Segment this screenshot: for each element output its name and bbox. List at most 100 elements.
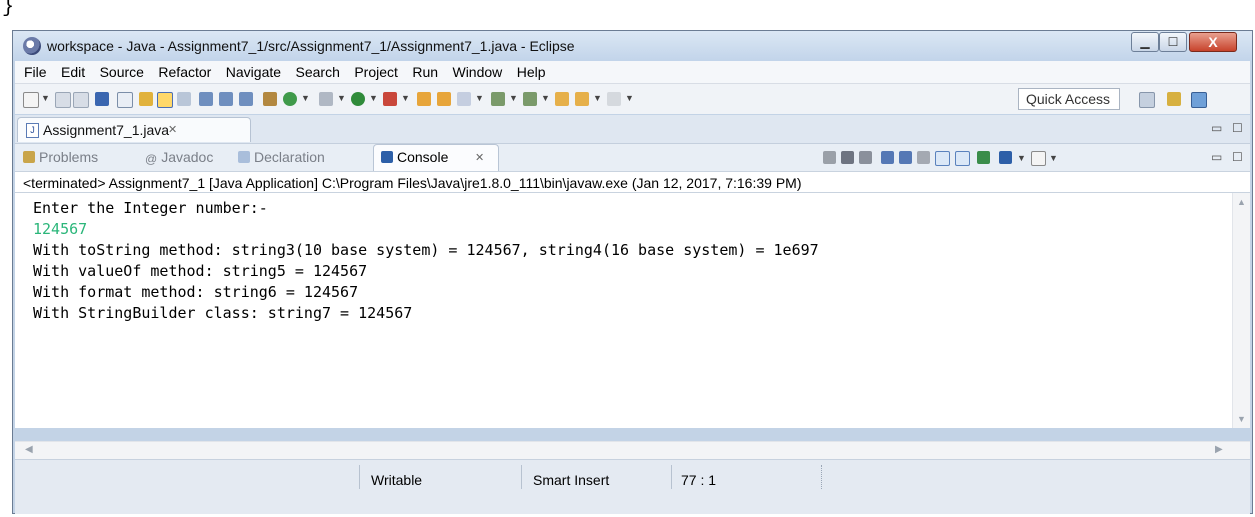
maximize-icon[interactable]: ☐ [1232, 150, 1243, 164]
tab-javadoc[interactable]: @ Javadoc [145, 149, 214, 166]
menu-refactor[interactable]: Refactor [153, 61, 216, 80]
eclipse-window: workspace - Java - Assignment7_1/src/Ass… [12, 30, 1253, 514]
word-wrap-icon[interactable] [917, 151, 930, 164]
eclipse-icon [23, 37, 41, 55]
console-status-line: <terminated> Assignment7_1 [Java Applica… [15, 171, 1250, 193]
menu-edit[interactable]: Edit [56, 61, 90, 80]
tab-label: Problems [39, 149, 99, 165]
open-type-icon[interactable] [199, 92, 213, 106]
tab-problems[interactable]: Problems [23, 149, 98, 165]
cursor-position: 77 : 1 [681, 472, 717, 488]
status-separator [671, 465, 672, 489]
clear-console-icon[interactable] [881, 151, 894, 164]
back-icon[interactable] [575, 92, 589, 106]
scroll-lock-icon[interactable] [899, 151, 912, 164]
show-whitespace-icon[interactable] [239, 92, 253, 106]
open-console-icon[interactable] [1031, 151, 1046, 166]
tab-label: Console [397, 149, 449, 165]
chevron-down-icon[interactable]: ▼ [541, 93, 550, 103]
new-java-project-icon[interactable] [417, 92, 431, 106]
chevron-down-icon[interactable]: ▼ [1049, 153, 1058, 163]
quick-access-field[interactable]: Quick Access [1018, 88, 1120, 110]
show-on-output-icon[interactable] [935, 151, 950, 166]
last-edit-icon[interactable] [555, 92, 569, 106]
minimize-icon[interactable]: ▭ [1211, 121, 1222, 135]
close-button[interactable]: X [1189, 32, 1237, 52]
scroll-left-icon[interactable]: ◀ [25, 444, 33, 455]
next-annotation-icon[interactable] [177, 92, 191, 106]
toggle-mark-icon[interactable] [139, 92, 153, 106]
java-ee-perspective-icon[interactable] [1167, 92, 1181, 106]
previous-edit-icon[interactable] [523, 92, 537, 106]
chevron-down-icon[interactable]: ▼ [301, 93, 310, 103]
tab-label: Javadoc [161, 149, 214, 165]
chevron-down-icon[interactable]: ▼ [509, 93, 518, 103]
minimize-icon[interactable]: ▭ [1211, 150, 1222, 164]
tab-console[interactable]: Console [381, 149, 448, 165]
next-edit-icon[interactable] [491, 92, 505, 106]
title-bar[interactable]: workspace - Java - Assignment7_1/src/Ass… [13, 31, 1252, 61]
menu-run[interactable]: Run [407, 61, 443, 80]
chevron-down-icon[interactable]: ▼ [593, 93, 602, 103]
menu-bar: File Edit Source Refactor Navigate Searc… [15, 61, 1250, 84]
tab-label: Declaration [254, 149, 325, 165]
menu-file[interactable]: File [19, 61, 52, 80]
run-icon[interactable] [351, 92, 365, 106]
chevron-down-icon[interactable]: ▼ [369, 93, 378, 103]
console-line: Enter the Integer number:- [33, 199, 268, 217]
scroll-down-icon[interactable]: ▼ [1233, 414, 1250, 424]
pencil-icon[interactable] [457, 92, 471, 106]
chevron-down-icon[interactable]: ▼ [337, 93, 346, 103]
close-icon[interactable]: ✕ [168, 123, 177, 136]
new-icon[interactable] [23, 92, 39, 108]
save-icon[interactable] [55, 92, 71, 108]
chevron-down-icon[interactable]: ▼ [1017, 153, 1026, 163]
scroll-up-icon[interactable]: ▲ [1233, 197, 1250, 207]
menu-project[interactable]: Project [349, 61, 403, 80]
external-tools-icon[interactable] [383, 92, 397, 106]
problems-icon [23, 151, 35, 163]
pin-console-icon[interactable] [977, 151, 990, 164]
menu-search[interactable]: Search [291, 61, 345, 80]
open-task-icon[interactable] [219, 92, 233, 106]
remove-all-terminated-icon[interactable] [859, 151, 872, 164]
close-icon[interactable]: ✕ [475, 151, 484, 164]
minimize-button[interactable]: ▁ [1131, 32, 1159, 52]
console-toggle-icon[interactable] [95, 92, 109, 106]
chevron-down-icon[interactable]: ▼ [41, 93, 50, 103]
menu-help[interactable]: Help [512, 61, 551, 80]
code-brace: } [2, 0, 15, 19]
maximize-icon[interactable]: ☐ [1232, 121, 1243, 135]
java-perspective-icon[interactable] [1191, 92, 1207, 108]
status-separator [521, 465, 522, 489]
main-toolbar: ▼ ▼ ▼ ▼ ▼ ▼ ▼ ▼ ▼ ▼ Quick Access [15, 84, 1250, 114]
chevron-down-icon[interactable]: ▼ [475, 93, 484, 103]
save-all-icon[interactable] [73, 92, 89, 108]
debug-icon[interactable] [263, 92, 277, 106]
show-on-error-icon[interactable] [955, 151, 970, 166]
remove-launch-icon[interactable] [841, 151, 854, 164]
horizontal-scrollbar[interactable]: ◀ ▶ [15, 441, 1250, 459]
forward-icon[interactable] [607, 92, 621, 106]
tab-declaration[interactable]: Declaration [238, 149, 325, 165]
tab-assignment7-1-java[interactable]: J Assignment7_1.java ✕ [17, 117, 251, 142]
chevron-down-icon[interactable]: ▼ [401, 93, 410, 103]
java-file-icon: J [26, 123, 39, 138]
terminate-icon[interactable] [823, 151, 836, 164]
menu-navigate[interactable]: Navigate [221, 61, 286, 80]
open-perspective-icon[interactable] [1139, 92, 1155, 108]
chevron-down-icon[interactable]: ▼ [625, 93, 634, 103]
vertical-scrollbar[interactable]: ▲ ▼ [1232, 193, 1250, 428]
menu-window[interactable]: Window [447, 61, 507, 80]
open-folder-icon[interactable] [437, 92, 451, 106]
skip-breakpoints-icon[interactable] [117, 92, 133, 108]
highlight-icon[interactable] [157, 92, 173, 108]
menu-source[interactable]: Source [95, 61, 149, 80]
debug-bug-icon[interactable] [319, 92, 333, 106]
console-line: With StringBuilder class: string7 = 1245… [33, 304, 413, 322]
console-output[interactable]: Enter the Integer number:- 124567 With t… [15, 193, 1250, 428]
display-console-icon[interactable] [999, 151, 1012, 164]
run-last-icon[interactable] [283, 92, 297, 106]
maximize-button[interactable]: ☐ [1159, 32, 1187, 52]
scroll-right-icon[interactable]: ▶ [1215, 444, 1223, 455]
